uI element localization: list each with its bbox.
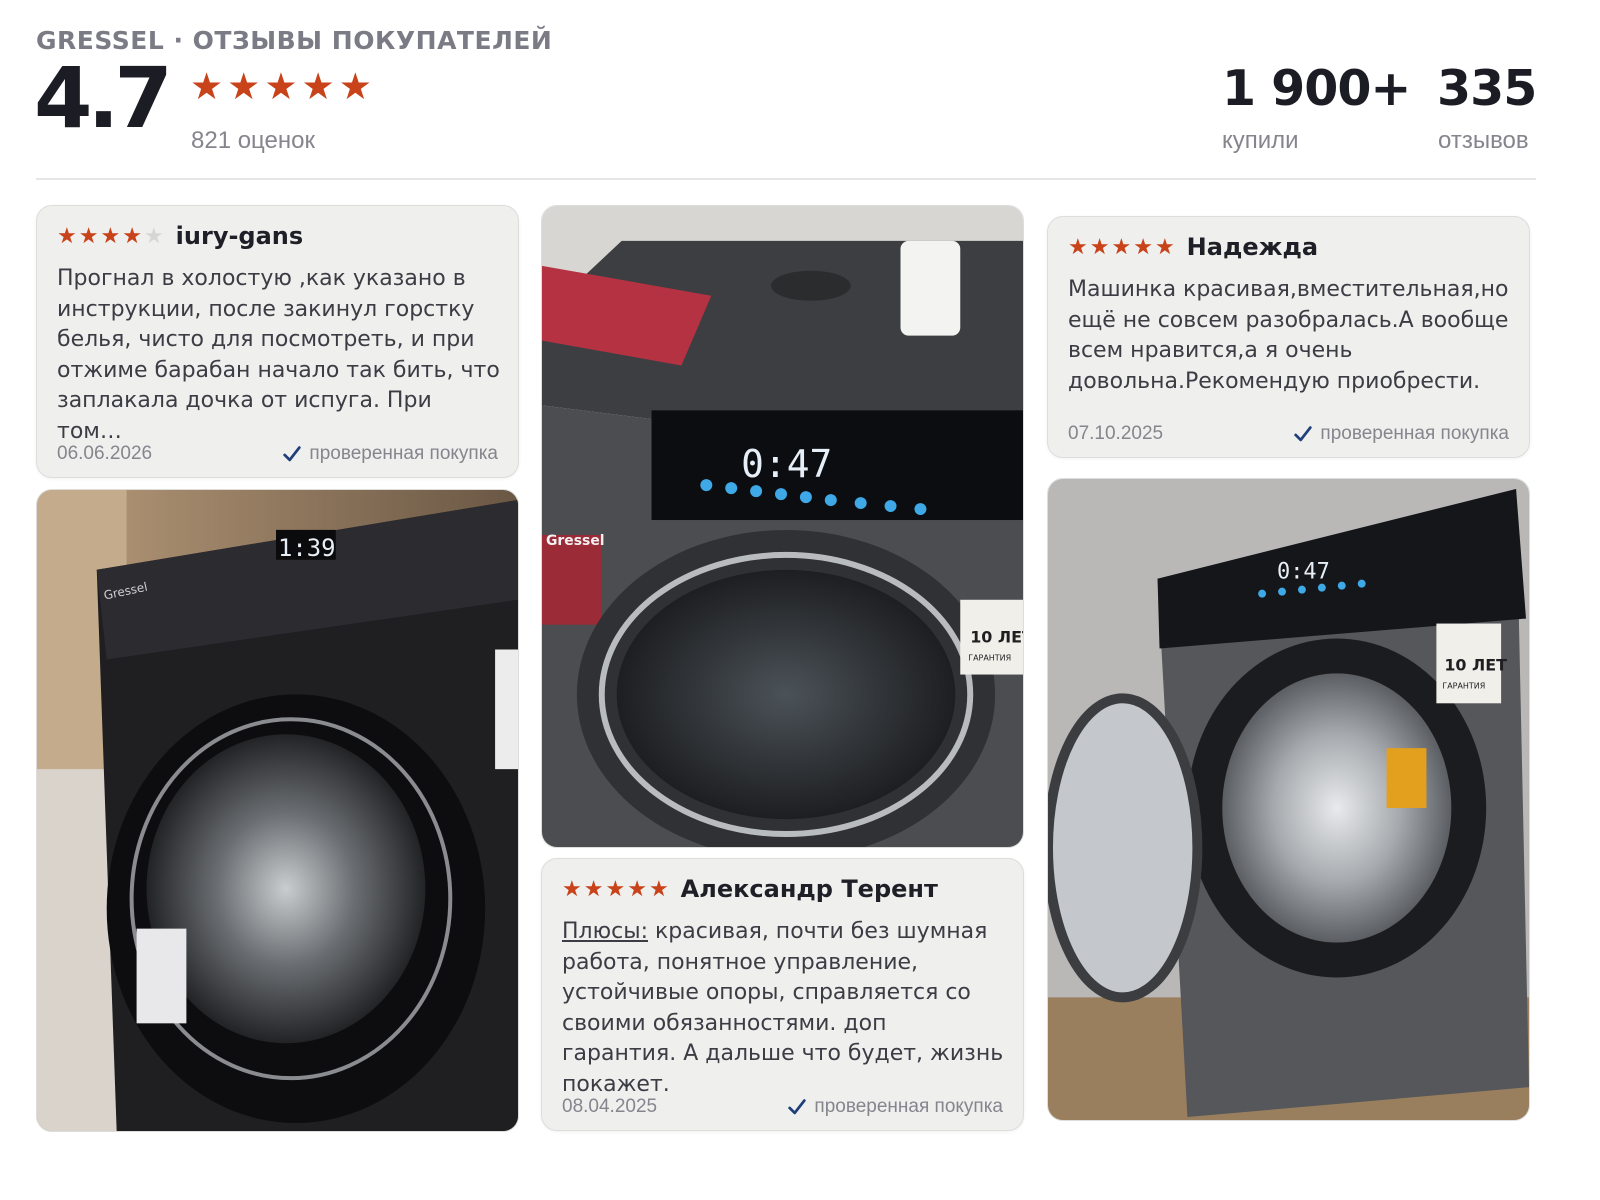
review-photo[interactable]: 0:47 10 ЛЕТ ГАРАНТИЯ: [1047, 478, 1530, 1121]
review-photo[interactable]: 1:39 Gressel: [36, 489, 519, 1132]
ratings-count: 821 оценок: [191, 127, 315, 154]
review-text: Машинка красивая,вместительная,но ещё не…: [1068, 277, 1509, 394]
star-icon: ★: [1154, 234, 1175, 259]
star-icon: ★: [338, 66, 372, 107]
star-icon: ★: [122, 223, 142, 248]
warranty-badge: 10 ЛЕТ: [970, 628, 1023, 647]
verified-label: проверенная покупка: [814, 1096, 1003, 1117]
star-icon: ★: [562, 876, 582, 901]
star-icon: ★: [605, 876, 626, 901]
average-rating: 4.7: [34, 49, 173, 147]
review-card[interactable]: ★ ★ ★ ★ ★ Александр Терент Плюсы: красив…: [541, 858, 1024, 1131]
review-card[interactable]: ★ ★ ★ ★ ★ iury-gans Прогнал в холостую ,…: [36, 205, 519, 478]
washer-display: 1:39: [278, 534, 336, 562]
star-icon: ★: [648, 876, 669, 901]
review-author: Надежда: [1186, 233, 1319, 261]
star-icon: ★: [1133, 234, 1153, 259]
warranty-text: ГАРАНТИЯ: [968, 654, 1011, 663]
checkmark-icon: [788, 1099, 807, 1115]
washer-display: 0:47: [1277, 560, 1330, 585]
stat-bought-label: купили: [1222, 127, 1299, 154]
review-author: iury-gans: [175, 222, 304, 250]
pros-text: красивая, почти без шумная работа, понят…: [562, 919, 1004, 1097]
star-icon: ★: [143, 223, 164, 248]
star-icon: ★: [1111, 234, 1132, 259]
stat-bought-value: 1 900+: [1222, 60, 1411, 117]
star-icon: ★: [264, 66, 298, 107]
checkmark-icon: [1294, 426, 1313, 442]
verified-label: проверенная покупка: [1320, 423, 1509, 444]
review-header: ★ ★ ★ ★ ★ iury-gans: [57, 222, 303, 250]
review-date: 06.06.2026: [57, 443, 153, 464]
verified-badge: проверенная покупка: [786, 1096, 1003, 1118]
review-date: 07.10.2025: [1068, 423, 1164, 444]
star-icon: ★: [1068, 234, 1088, 259]
verified-label: проверенная покупка: [309, 443, 498, 464]
rating-stars: ★ ★ ★ ★ ★: [190, 68, 372, 105]
stat-reviews-label: отзывов: [1438, 127, 1529, 154]
review-header: ★ ★ ★ ★ ★ Надежда: [1068, 233, 1318, 261]
washer-brand: Gressel: [546, 533, 605, 549]
review-date: 08.04.2025: [562, 1096, 658, 1117]
verified-badge: проверенная покупка: [281, 443, 498, 465]
review-photo[interactable]: 0:47 Gressel 10 ЛЕТ ГАРАНТИЯ: [541, 205, 1024, 848]
star-icon: ★: [301, 66, 335, 107]
verified-badge: проверенная покупка: [1292, 423, 1509, 445]
washer-display: 0:47: [741, 442, 832, 486]
review-card[interactable]: ★ ★ ★ ★ ★ Надежда Машинка красивая,вмест…: [1047, 216, 1530, 458]
stat-reviews-value: 335: [1437, 60, 1537, 117]
star-icon: ★: [78, 223, 99, 248]
review-footer: 06.06.2026 проверенная покупка: [57, 443, 498, 465]
star-icon: ★: [190, 66, 224, 107]
header-divider: [36, 178, 1536, 180]
warranty-text: ГАРАНТИЯ: [1442, 681, 1485, 690]
star-icon: ★: [1089, 234, 1110, 259]
review-text: Прогнал в холостую ,как указано в инстру…: [57, 266, 500, 444]
review-stars: ★ ★ ★ ★ ★: [57, 225, 164, 247]
star-icon: ★: [627, 876, 647, 901]
star-icon: ★: [57, 223, 77, 248]
review-text: Плюсы: красивая, почти без шумная работа…: [562, 917, 1005, 1100]
star-icon: ★: [100, 223, 121, 248]
checkmark-icon: [283, 446, 302, 462]
review-footer: 07.10.2025 проверенная покупка: [1068, 423, 1509, 445]
star-icon: ★: [227, 66, 261, 107]
star-icon: ★: [583, 876, 604, 901]
review-header: ★ ★ ★ ★ ★ Александр Терент: [562, 875, 938, 903]
review-stars: ★ ★ ★ ★ ★: [1068, 236, 1175, 258]
review-stars: ★ ★ ★ ★ ★: [562, 878, 669, 900]
pros-label: Плюсы:: [562, 919, 649, 944]
warranty-badge: 10 ЛЕТ: [1444, 655, 1507, 674]
review-footer: 08.04.2025 проверенная покупка: [562, 1096, 1003, 1118]
review-author: Александр Терент: [680, 875, 938, 903]
